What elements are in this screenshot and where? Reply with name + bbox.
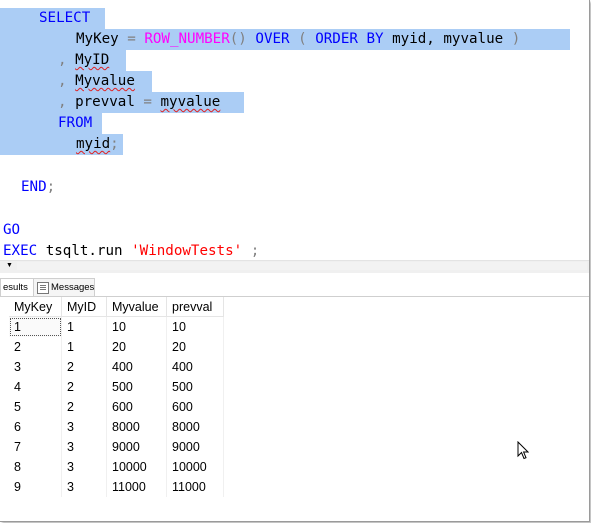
grid-cell[interactable]: 5 [9, 397, 62, 417]
row-header-corner[interactable] [0, 297, 9, 317]
mouse-cursor-icon [517, 441, 529, 460]
paren-open: ( [298, 31, 307, 47]
code-line-10: EXEC tsqlt.run 'WindowTests' ; [3, 241, 259, 262]
parens: () [229, 31, 247, 47]
grid-cell[interactable]: 3 [62, 457, 107, 477]
column-mykey: MyKey [76, 31, 119, 47]
column-header[interactable]: Myvalue [107, 297, 167, 317]
grid-cell[interactable]: 2 [62, 397, 107, 417]
keyword-end: END [21, 179, 47, 195]
zoom-dropdown-icon[interactable]: ▼ [6, 262, 16, 270]
grid-cell[interactable]: 6 [9, 417, 62, 437]
grid-cell[interactable]: 20 [107, 337, 167, 357]
code-line-5: , prevval = myvalue [58, 92, 220, 113]
grid-cell[interactable]: 11000 [167, 477, 224, 497]
keyword-over: OVER [255, 31, 290, 47]
paren-close: ) [511, 31, 521, 47]
grid-cell[interactable]: 4 [9, 377, 62, 397]
messages-icon [37, 282, 49, 294]
keyword-select: SELECT [39, 10, 91, 26]
column-myvalue-ref: myvalue [160, 94, 221, 110]
grid-cell[interactable]: 3 [62, 437, 107, 457]
grid-cell[interactable]: 3 [62, 477, 107, 497]
grid-cell[interactable]: 8 [9, 457, 62, 477]
grid-cell[interactable]: 2 [9, 337, 62, 357]
column-prevval: prevval [75, 94, 135, 110]
code-line-4: , Myvalue [58, 71, 135, 92]
string-literal: 'WindowTests' [131, 243, 243, 259]
grid-cell[interactable]: 10 [167, 317, 224, 337]
comma: , [58, 73, 67, 89]
grid-cell[interactable]: 500 [167, 377, 224, 397]
code-line-3: , MyID [58, 50, 109, 71]
grid-cell[interactable]: 600 [107, 397, 167, 417]
grid-cell[interactable]: 20 [167, 337, 224, 357]
grid-cell[interactable]: 11000 [107, 477, 167, 497]
keyword-go: GO [3, 222, 21, 238]
grid-cell[interactable]: 8000 [167, 417, 224, 437]
tab-messages[interactable]: Messages [33, 278, 95, 296]
ssms-window: SELECT MyKey = ROW_NUMBER() OVER ( ORDER… [0, 0, 590, 522]
grid-cell[interactable]: 400 [167, 357, 224, 377]
tab-results-label: esults [3, 282, 28, 293]
grid-cell[interactable]: 3 [62, 417, 107, 437]
code-line-1: SELECT [39, 8, 90, 29]
semicolon: ; [110, 136, 119, 152]
semicolon: ; [46, 179, 56, 195]
grid-cell[interactable]: 9000 [107, 437, 167, 457]
grid-cell[interactable]: 1 [9, 317, 62, 337]
grid-cell[interactable]: 1 [62, 337, 107, 357]
grid-cell[interactable]: 9000 [167, 437, 224, 457]
operator-equals: = [134, 94, 161, 110]
comma: , [58, 52, 67, 68]
proc-name: tsqlt.run [45, 243, 123, 259]
code-line-2: MyKey = ROW_NUMBER() OVER ( ORDER BY myi… [76, 29, 520, 50]
grid-cell[interactable]: 9 [9, 477, 62, 497]
tab-results[interactable]: esults [0, 278, 36, 296]
code-line-6: FROM [58, 113, 92, 134]
grid-cell[interactable]: 2 [62, 377, 107, 397]
operator-equals: = [118, 31, 145, 47]
keyword-exec: EXEC [3, 243, 38, 259]
grid-cell[interactable]: 8000 [107, 417, 167, 437]
grid-cell[interactable]: 500 [107, 377, 167, 397]
order-by-args: myid, myvalue [392, 31, 504, 47]
code-line-8: END; [21, 177, 55, 198]
code-line-9: GO [3, 220, 20, 241]
semicolon: ; [250, 243, 260, 259]
keyword-order-by: ORDER BY [315, 31, 384, 47]
grid-cell[interactable]: 3 [9, 357, 62, 377]
column-myvalue: Myvalue [75, 73, 135, 89]
function-row-number: ROW_NUMBER [144, 31, 230, 47]
query-editor[interactable]: SELECT MyKey = ROW_NUMBER() OVER ( ORDER… [0, 0, 589, 260]
horizontal-scrollbar[interactable] [17, 262, 587, 270]
column-header[interactable]: prevval [167, 297, 224, 317]
grid-cell[interactable]: 2 [62, 357, 107, 377]
code-line-7: myid; [76, 134, 119, 155]
results-tabbar: esults Messages [0, 276, 589, 297]
grid-cell[interactable]: 10000 [167, 457, 224, 477]
grid-cell[interactable]: 10 [107, 317, 167, 337]
column-myid: MyID [75, 52, 110, 68]
column-header[interactable]: MyID [62, 297, 107, 317]
grid-cell[interactable]: 10000 [107, 457, 167, 477]
table-myid: myid [76, 136, 111, 152]
grid-cell[interactable]: 400 [107, 357, 167, 377]
column-header[interactable]: MyKey [9, 297, 62, 317]
grid-cell[interactable]: 1 [62, 317, 107, 337]
tab-messages-label: Messages [51, 282, 95, 293]
grid-cell[interactable]: 7 [9, 437, 62, 457]
keyword-from: FROM [58, 115, 93, 131]
comma: , [58, 94, 67, 110]
grid-cell[interactable]: 600 [167, 397, 224, 417]
